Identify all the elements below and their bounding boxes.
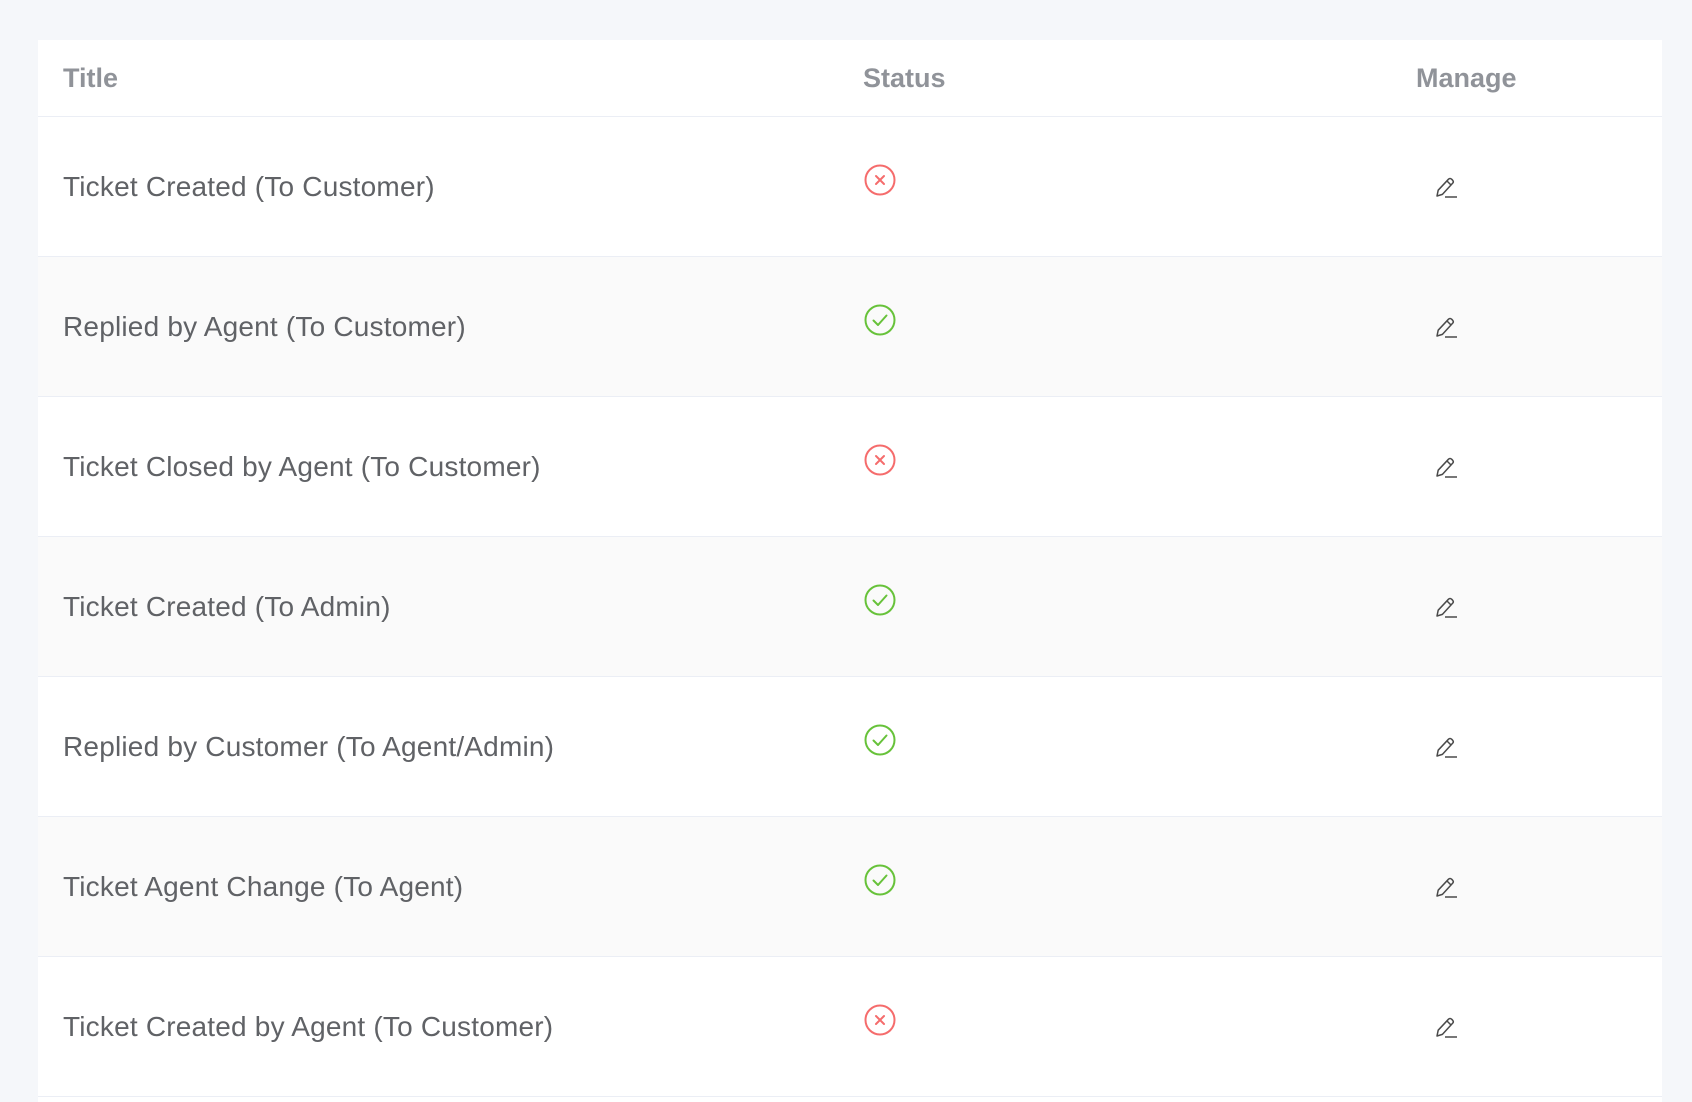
edit-pencil-icon[interactable] — [1433, 874, 1459, 900]
row-manage — [1250, 1014, 1662, 1040]
edit-pencil-icon[interactable] — [1433, 1014, 1459, 1040]
edit-pencil-icon[interactable] — [1433, 314, 1459, 340]
row-status — [838, 304, 1250, 337]
table-row: Ticket Created (To Admin) — [38, 537, 1662, 677]
edit-pencil-icon[interactable] — [1433, 734, 1459, 760]
row-manage — [1250, 594, 1662, 620]
row-status — [838, 584, 1250, 617]
row-title: Replied by Agent (To Customer) — [63, 310, 466, 342]
table-row: Replied by Agent (To Customer) — [38, 257, 1662, 397]
row-status — [838, 444, 1250, 477]
notifications-table: Title Status Manage Ticket Created (To C… — [38, 40, 1662, 1102]
row-status — [838, 164, 1250, 197]
edit-pencil-icon[interactable] — [1433, 454, 1459, 480]
row-manage — [1250, 174, 1662, 200]
column-header-status[interactable]: Status — [838, 63, 1250, 94]
row-manage — [1250, 314, 1662, 340]
circle-check-icon — [864, 304, 896, 335]
row-title: Ticket Created by Agent (To Customer) — [63, 1010, 554, 1042]
table-body: Ticket Created (To Customer) Replied by A… — [38, 117, 1662, 1097]
row-title: Ticket Closed by Agent (To Customer) — [63, 450, 541, 482]
row-manage — [1250, 454, 1662, 480]
circle-x-icon — [864, 164, 896, 195]
table-row: Ticket Created by Agent (To Customer) — [38, 957, 1662, 1097]
edit-pencil-icon[interactable] — [1433, 174, 1459, 200]
row-status — [838, 1004, 1250, 1037]
circle-x-icon — [864, 444, 896, 475]
column-header-title[interactable]: Title — [38, 63, 838, 94]
row-title: Replied by Customer (To Agent/Admin) — [63, 730, 555, 762]
table-row: Ticket Agent Change (To Agent) — [38, 817, 1662, 957]
row-title: Ticket Created (To Admin) — [63, 590, 391, 622]
circle-check-icon — [864, 864, 896, 895]
circle-x-icon — [864, 1004, 896, 1035]
column-header-manage[interactable]: Manage — [1250, 63, 1662, 94]
table-row: Replied by Customer (To Agent/Admin) — [38, 677, 1662, 817]
row-manage — [1250, 874, 1662, 900]
row-manage — [1250, 734, 1662, 760]
row-status — [838, 864, 1250, 897]
table-row: Ticket Closed by Agent (To Customer) — [38, 397, 1662, 537]
table-header: Title Status Manage — [38, 40, 1662, 117]
circle-check-icon — [864, 584, 896, 615]
edit-pencil-icon[interactable] — [1433, 594, 1459, 620]
row-title: Ticket Created (To Customer) — [63, 170, 435, 202]
circle-check-icon — [864, 724, 896, 755]
row-title: Ticket Agent Change (To Agent) — [63, 870, 464, 902]
row-status — [838, 724, 1250, 757]
table-row: Ticket Created (To Customer) — [38, 117, 1662, 257]
